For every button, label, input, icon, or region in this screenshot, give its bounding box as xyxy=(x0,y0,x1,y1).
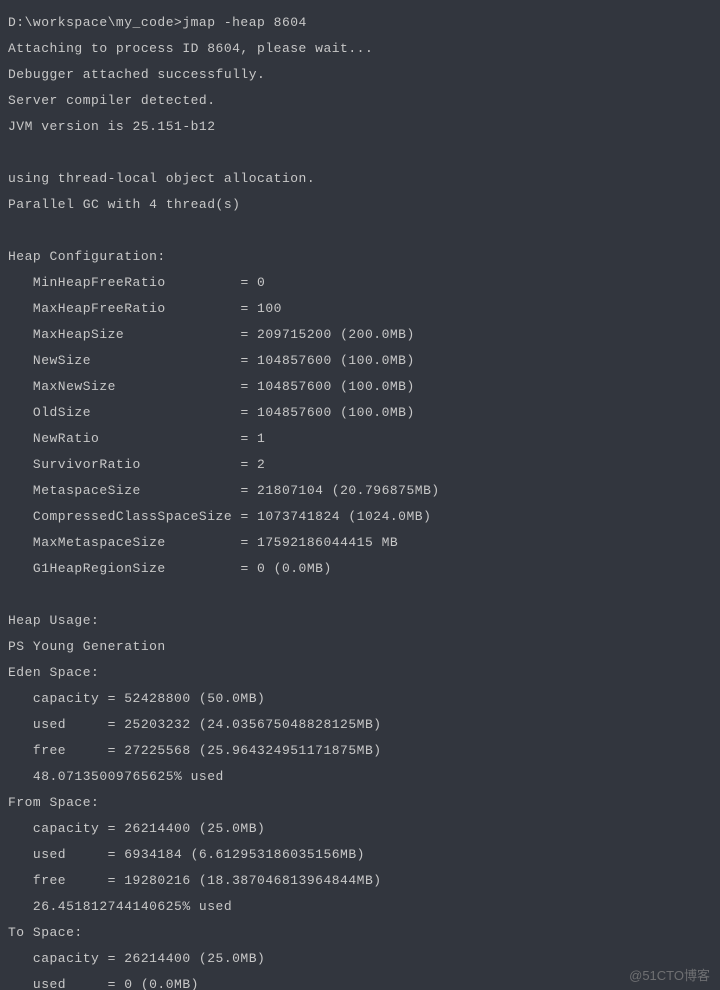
hc-label: MaxHeapSize xyxy=(33,327,232,342)
command-line[interactable]: D:\workspace\my_code>jmap -heap 8604 xyxy=(8,10,712,36)
watermark: @51CTO博客 xyxy=(629,965,710,984)
heap-config-row: G1HeapRegionSize = 0 (0.0MB) xyxy=(8,556,712,582)
prompt: D:\workspace\my_code> xyxy=(8,15,182,30)
hc-value: = 21807104 (20.796875MB) xyxy=(240,483,439,498)
blank-line xyxy=(8,218,712,244)
from-used: used = 6934184 (6.612953186035156MB) xyxy=(8,842,712,868)
hc-value: = 2 xyxy=(240,457,265,472)
eden-free: free = 27225568 (25.964324951171875MB) xyxy=(8,738,712,764)
hc-value: = 0 (0.0MB) xyxy=(240,561,331,576)
hc-value: = 209715200 (200.0MB) xyxy=(240,327,414,342)
hc-label: MaxMetaspaceSize xyxy=(33,535,232,550)
heap-config-row: MaxHeapSize = 209715200 (200.0MB) xyxy=(8,322,712,348)
from-header: From Space: xyxy=(8,790,712,816)
eden-used: used = 25203232 (24.035675048828125MB) xyxy=(8,712,712,738)
hc-value: = 104857600 (100.0MB) xyxy=(240,405,414,420)
heap-config-row: NewSize = 104857600 (100.0MB) xyxy=(8,348,712,374)
command-text: jmap -heap 8604 xyxy=(182,15,307,30)
blank-line xyxy=(8,582,712,608)
hc-value: = 0 xyxy=(240,275,265,290)
output-line: Parallel GC with 4 thread(s) xyxy=(8,192,712,218)
hc-label: CompressedClassSpaceSize xyxy=(33,509,232,524)
hc-label: MinHeapFreeRatio xyxy=(33,275,232,290)
heap-usage-header: Heap Usage: xyxy=(8,608,712,634)
heap-config-row: MaxHeapFreeRatio = 100 xyxy=(8,296,712,322)
heap-config-row: MinHeapFreeRatio = 0 xyxy=(8,270,712,296)
output-line: JVM version is 25.151-b12 xyxy=(8,114,712,140)
heap-config-row: MetaspaceSize = 21807104 (20.796875MB) xyxy=(8,478,712,504)
hc-value: = 1 xyxy=(240,431,265,446)
hc-value: = 17592186044415 MB xyxy=(240,535,398,550)
output-line: Attaching to process ID 8604, please wai… xyxy=(8,36,712,62)
to-used: used = 0 (0.0MB) xyxy=(8,972,712,990)
output-line: Debugger attached successfully. xyxy=(8,62,712,88)
heap-config-row: SurvivorRatio = 2 xyxy=(8,452,712,478)
heap-config-row: MaxMetaspaceSize = 17592186044415 MB xyxy=(8,530,712,556)
hc-label: MetaspaceSize xyxy=(33,483,232,498)
blank-line xyxy=(8,140,712,166)
eden-capacity: capacity = 52428800 (50.0MB) xyxy=(8,686,712,712)
hc-value: = 104857600 (100.0MB) xyxy=(240,353,414,368)
heap-config-row: NewRatio = 1 xyxy=(8,426,712,452)
hc-label: MaxNewSize xyxy=(33,379,232,394)
output-line: using thread-local object allocation. xyxy=(8,166,712,192)
from-pct: 26.451812744140625% used xyxy=(8,894,712,920)
hc-label: NewSize xyxy=(33,353,232,368)
hc-label: NewRatio xyxy=(33,431,232,446)
hc-value: = 104857600 (100.0MB) xyxy=(240,379,414,394)
eden-pct: 48.07135009765625% used xyxy=(8,764,712,790)
hc-label: G1HeapRegionSize xyxy=(33,561,232,576)
heap-config-header: Heap Configuration: xyxy=(8,244,712,270)
hc-label: OldSize xyxy=(33,405,232,420)
terminal-output: D:\workspace\my_code>jmap -heap 8604 Att… xyxy=(0,0,720,990)
to-capacity: capacity = 26214400 (25.0MB) xyxy=(8,946,712,972)
hc-label: SurvivorRatio xyxy=(33,457,232,472)
from-capacity: capacity = 26214400 (25.0MB) xyxy=(8,816,712,842)
to-header: To Space: xyxy=(8,920,712,946)
heap-config-row: CompressedClassSpaceSize = 1073741824 (1… xyxy=(8,504,712,530)
hc-label: MaxHeapFreeRatio xyxy=(33,301,232,316)
heap-config-row: MaxNewSize = 104857600 (100.0MB) xyxy=(8,374,712,400)
eden-header: Eden Space: xyxy=(8,660,712,686)
output-line: Server compiler detected. xyxy=(8,88,712,114)
heap-config-row: OldSize = 104857600 (100.0MB) xyxy=(8,400,712,426)
young-gen-header: PS Young Generation xyxy=(8,634,712,660)
hc-value: = 100 xyxy=(240,301,282,316)
from-free: free = 19280216 (18.387046813964844MB) xyxy=(8,868,712,894)
hc-value: = 1073741824 (1024.0MB) xyxy=(240,509,431,524)
